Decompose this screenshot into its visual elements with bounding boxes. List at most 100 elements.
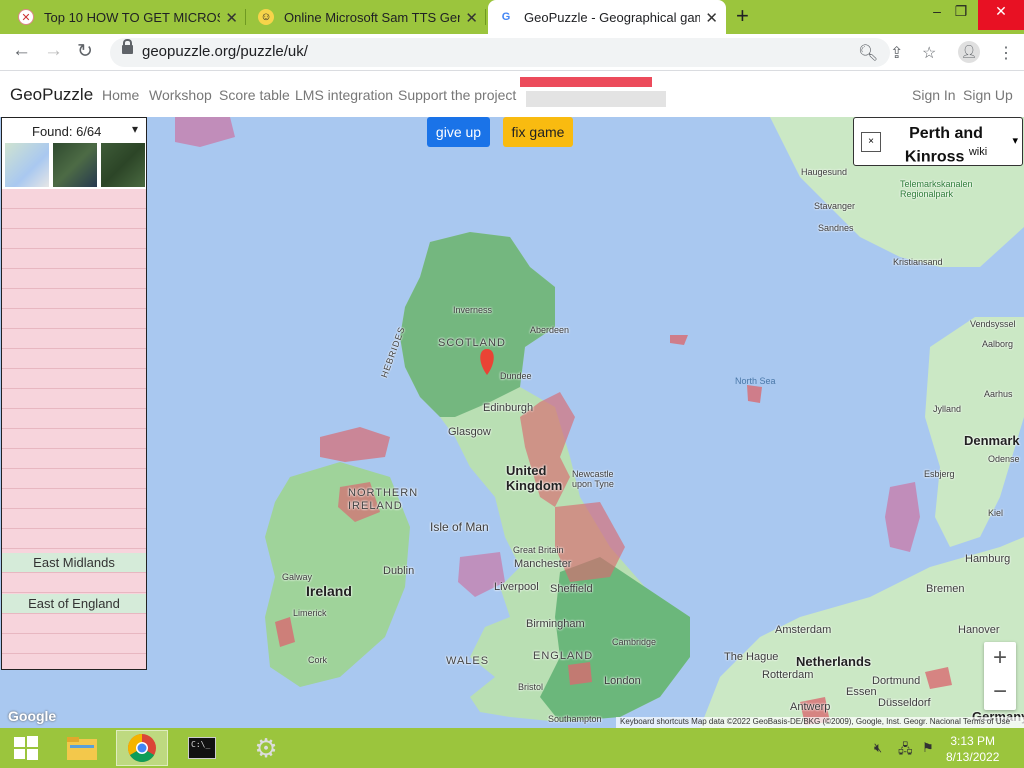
reload-icon[interactable]: ↻ <box>77 40 93 63</box>
map-label-hanover: Hanover <box>958 624 1000 636</box>
map-thumbnail-satellite[interactable] <box>53 143 97 187</box>
map-label-limerick: Limerick <box>293 608 327 618</box>
tab-title: Online Microsoft Sam TTS Gene <box>284 9 460 25</box>
browser-toolbar: ← → ↻ geopuzzle.org/puzzle/uk/ 🔍︎ ⇪ ☆ 👤︎… <box>0 34 1024 71</box>
region-slot <box>2 509 146 529</box>
command-prompt-icon: C:\_ <box>188 737 216 759</box>
nav-link-home[interactable]: Home <box>102 87 139 103</box>
map-thumbnail-roadmap[interactable] <box>5 143 49 187</box>
regions-panel: Found: 6/64 ▾ East Midlands East of Engl… <box>1 117 147 670</box>
found-counter-dropdown[interactable]: Found: 6/64 ▾ <box>2 118 146 142</box>
nav-link-workshop[interactable]: Workshop <box>149 87 212 103</box>
nav-link-support[interactable]: Support the project <box>398 87 516 103</box>
map-label-great-britain: Great Britain <box>513 545 564 555</box>
zoom-magnifier-icon[interactable]: 🔍︎ <box>858 43 878 63</box>
network-icon[interactable]: 🖧︎ <box>898 740 913 762</box>
close-window-button[interactable]: ✕ <box>978 0 1024 30</box>
map-label-sandnes: Sandnes <box>818 223 854 233</box>
target-region-card: × Perth and Kinross wiki ▾ <box>853 117 1023 166</box>
forward-icon[interactable]: → <box>44 40 63 62</box>
map-label-bristol: Bristol <box>518 682 544 692</box>
fix-game-button[interactable]: fix game <box>503 117 573 147</box>
found-region-east-midlands[interactable]: East Midlands <box>2 553 146 573</box>
map-label-kiel: Kiel <box>988 508 1004 518</box>
target-region-name: Perth and Kinross wiki <box>896 124 996 166</box>
map-label-rotterdam: Rotterdam <box>762 669 814 681</box>
map-label-wales: WALES <box>446 655 490 667</box>
map-label-london: London <box>604 675 641 687</box>
google-logo: Google <box>8 708 57 724</box>
map-label-esbjerg: Esbjerg <box>924 469 955 479</box>
start-button[interactable] <box>0 730 52 766</box>
chrome-icon <box>128 734 156 762</box>
file-explorer-taskbar-button[interactable] <box>56 730 108 766</box>
ad-banner[interactable] <box>520 77 670 107</box>
tab-close-icon[interactable]: ✕ <box>465 9 478 27</box>
found-region-east-of-england[interactable]: East of England <box>2 594 146 614</box>
chrome-taskbar-button[interactable] <box>116 730 168 766</box>
nav-link-score-table[interactable]: Score table <box>219 87 290 103</box>
share-icon[interactable]: ⇪ <box>890 43 903 63</box>
region-slot <box>2 409 146 429</box>
menu-kebab-icon[interactable]: ⋮ <box>998 43 1014 63</box>
tab-title: Top 10 HOW TO GET MICROSOF <box>44 9 220 25</box>
region-wrong-patch <box>568 662 592 685</box>
cmd-taskbar-button[interactable]: C:\_ <box>176 730 228 766</box>
chevron-down-icon[interactable]: ▾ <box>132 122 138 136</box>
nav-link-lms-integration[interactable]: LMS integration <box>295 87 393 103</box>
action-center-icon[interactable]: ⚑ <box>922 740 934 756</box>
tab-geopuzzle[interactable]: G GeoPuzzle - Geographical game ✕ <box>488 0 726 34</box>
wiki-link[interactable]: wiki <box>969 146 987 158</box>
map-label-telemark: Telemarkskanalen Regionalpark <box>900 179 973 199</box>
region-slot <box>2 189 146 209</box>
profile-avatar-icon[interactable]: 👤︎ <box>958 41 980 63</box>
map-label-aberdeen: Aberdeen <box>530 325 570 335</box>
region-slot <box>2 349 146 369</box>
sign-in-link[interactable]: Sign In <box>912 87 956 103</box>
site-navbar: GeoPuzzle Home Workshop Score table LMS … <box>0 71 1024 117</box>
tab-close-icon[interactable]: ✕ <box>705 9 718 27</box>
tab-top10[interactable]: ✕ Top 10 HOW TO GET MICROSOF ✕ <box>8 0 246 34</box>
map-thumbnail-terrain[interactable] <box>101 143 145 187</box>
map-attribution[interactable]: Keyboard shortcuts Map data ©2022 GeoBas… <box>616 717 1024 728</box>
tab-microsoft-sam[interactable]: ☺ Online Microsoft Sam TTS Gene ✕ <box>248 0 486 34</box>
maximize-button[interactable]: ❐ <box>944 0 978 30</box>
map-label-dusseldorf: Düsseldorf <box>878 697 931 709</box>
region-slot <box>2 634 146 654</box>
map-label-stavanger: Stavanger <box>814 201 856 211</box>
map-label-the-hague: The Hague <box>724 651 779 663</box>
region-slot <box>2 269 146 289</box>
map-label-england: ENGLAND <box>533 650 594 662</box>
zoom-in-button[interactable]: + <box>984 642 1016 676</box>
map-label-odense: Odense <box>988 454 1020 464</box>
site-brand-link[interactable]: GeoPuzzle <box>10 85 93 105</box>
volume-muted-icon[interactable]: 🔇︎ <box>874 740 882 756</box>
map-label-sheffield: Sheffield <box>550 583 593 595</box>
zoom-control: + − <box>984 642 1016 710</box>
settings-taskbar-button[interactable]: ⚙ <box>240 730 292 766</box>
map-label-southampton: Southampton <box>548 714 602 724</box>
back-icon[interactable]: ← <box>12 40 31 62</box>
map-label-united-kingdom: United Kingdom <box>506 463 563 493</box>
system-clock[interactable]: 3:13 PM 8/13/2022 <box>946 733 999 765</box>
give-up-button[interactable]: give up <box>427 117 490 147</box>
region-slot <box>2 309 146 329</box>
bookmark-star-icon[interactable]: ☆ <box>922 43 936 63</box>
sign-up-link[interactable]: Sign Up <box>963 87 1013 103</box>
map-label-isle-of-man: Isle of Man <box>430 520 489 534</box>
puzzle-map[interactable]: SCOTLAND Inverness Aberdeen Dundee Edinb… <box>0 117 1024 728</box>
chevron-down-icon[interactable]: ▾ <box>1012 134 1018 147</box>
map-label-bremen: Bremen <box>926 583 965 595</box>
region-slot <box>2 489 146 509</box>
address-bar[interactable]: geopuzzle.org/puzzle/uk/ <box>110 38 890 67</box>
zoom-out-button[interactable]: − <box>984 676 1016 710</box>
tab-close-icon[interactable]: ✕ <box>225 9 238 27</box>
new-tab-button[interactable]: + <box>736 3 749 29</box>
map-label-ireland: Ireland <box>306 583 352 599</box>
ad-scrollbar[interactable] <box>526 91 666 107</box>
region-slot <box>2 614 146 634</box>
map-label-dortmund: Dortmund <box>872 675 921 687</box>
target-close-button[interactable]: × <box>861 132 881 152</box>
region-slot <box>2 449 146 469</box>
map-label-aalborg: Aalborg <box>982 339 1014 349</box>
